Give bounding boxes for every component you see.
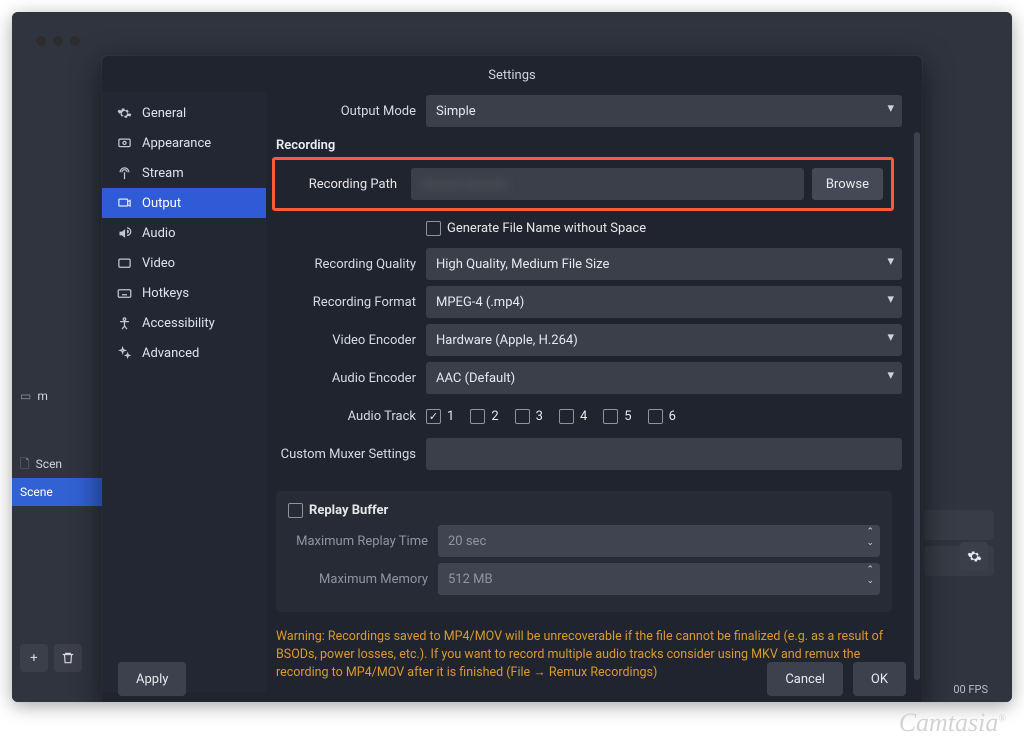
scrollbar-thumb[interactable] [914, 132, 920, 680]
antenna-icon [116, 165, 132, 181]
recording-path-label: Recording Path [283, 177, 403, 192]
sidebar-item-label: Output [142, 196, 181, 211]
audio-track-4[interactable]: 4 [559, 409, 587, 424]
sidebar-item-video[interactable]: Video [102, 248, 266, 278]
replay-buffer-checkbox[interactable]: Replay Buffer [288, 503, 388, 518]
add-button[interactable]: + [20, 644, 48, 672]
sidebar-item-label: Hotkeys [142, 286, 189, 301]
sidebar-item-audio[interactable]: Audio [102, 218, 266, 248]
settings-content: Output Mode Simple Recording Recording P… [266, 92, 922, 692]
gear-icon [116, 105, 132, 121]
accessibility-icon [116, 315, 132, 331]
checkbox-icon [288, 503, 303, 518]
video-icon [116, 255, 132, 271]
audio-track-1[interactable]: 1 [426, 409, 454, 424]
modal-footer: Apply Cancel OK [102, 652, 922, 702]
checkbox-icon [426, 221, 441, 236]
audio-track-6[interactable]: 6 [648, 409, 676, 424]
settings-sidebar: General Appearance Stream Output Audio [102, 92, 266, 692]
max-memory-input[interactable]: 512 MB [438, 563, 880, 595]
replay-buffer-box: Replay Buffer Maximum Replay Time 20 sec… [276, 491, 892, 612]
audio-encoder-select[interactable]: AAC (Default) [426, 362, 902, 394]
cancel-button[interactable]: Cancel [767, 662, 843, 696]
sidebar-item-label: Accessibility [142, 316, 215, 331]
recording-path-input[interactable]: xxxxxx xxxxxxx [411, 168, 804, 200]
recording-path-highlight: Recording Path xxxxxx xxxxxxx Browse [272, 157, 894, 211]
custom-muxer-label: Custom Muxer Settings [276, 447, 426, 462]
custom-muxer-input[interactable] [426, 438, 902, 470]
sidebar-item-label: General [142, 106, 186, 121]
sidebar-item-general[interactable]: General [102, 98, 266, 128]
watermark: Camtasia® [899, 708, 1006, 738]
audio-encoder-label: Audio Encoder [276, 371, 426, 386]
browse-button[interactable]: Browse [812, 168, 883, 200]
generate-filename-checkbox[interactable]: Generate File Name without Space [426, 221, 646, 236]
sidebar-item-stream[interactable]: Stream [102, 158, 266, 188]
audio-track-label: 3 [536, 409, 543, 424]
audio-track-label: 1 [447, 409, 454, 424]
sidebar-item-label: Audio [142, 226, 175, 241]
checkbox-icon [515, 409, 530, 424]
recording-format-select[interactable]: MPEG-4 (.mp4) [426, 286, 902, 318]
audio-track-2[interactable]: 2 [470, 409, 498, 424]
audio-track-5[interactable]: 5 [603, 409, 631, 424]
ok-button[interactable]: OK [853, 662, 906, 696]
output-icon [116, 195, 132, 211]
sidebar-item-appearance[interactable]: Appearance [102, 128, 266, 158]
app-frame: m Scen Scene + 00 FPS Settings General [12, 12, 1012, 702]
recording-quality-label: Recording Quality [276, 257, 426, 272]
bg-row-scene-active[interactable]: Scene [12, 478, 112, 506]
advanced-icon [116, 345, 132, 361]
video-encoder-label: Video Encoder [276, 333, 426, 348]
audio-track-label: 2 [491, 409, 498, 424]
recording-quality-select[interactable]: High Quality, Medium File Size [426, 248, 902, 280]
sidebar-item-label: Stream [142, 166, 184, 181]
replay-buffer-label: Replay Buffer [309, 503, 388, 518]
audio-icon [116, 225, 132, 241]
audio-track-label: 6 [669, 409, 676, 424]
checkbox-icon [648, 409, 663, 424]
generate-filename-label: Generate File Name without Space [447, 221, 646, 236]
max-replay-time-label: Maximum Replay Time [288, 534, 438, 549]
recording-format-label: Recording Format [276, 295, 426, 310]
settings-modal: Settings General Appearance Stream [102, 56, 922, 702]
checkbox-icon [603, 409, 618, 424]
audio-track-label: 5 [624, 409, 631, 424]
keyboard-icon [116, 285, 132, 301]
checkbox-icon [470, 409, 485, 424]
audio-track-label: Audio Track [276, 409, 426, 424]
audio-track-3[interactable]: 3 [515, 409, 543, 424]
traffic-lights[interactable] [36, 36, 80, 46]
sidebar-item-label: Appearance [142, 136, 211, 151]
audio-track-group: 1 2 3 4 5 6 [426, 409, 902, 424]
section-recording: Recording [276, 138, 902, 153]
apply-button[interactable]: Apply [118, 662, 186, 696]
sidebar-item-label: Advanced [142, 346, 199, 361]
bg-row-scenes-header: Scen [12, 450, 112, 478]
recording-path-value: xxxxxx xxxxxxx [421, 177, 508, 192]
sidebar-item-output[interactable]: Output [102, 188, 266, 218]
fps-indicator: 00 FPS [953, 683, 988, 696]
appearance-icon [116, 135, 132, 151]
max-replay-time-input[interactable]: 20 sec [438, 525, 880, 557]
trash-button[interactable] [54, 644, 82, 672]
sidebar-item-advanced[interactable]: Advanced [102, 338, 266, 368]
checkbox-icon [426, 409, 441, 424]
video-encoder-select[interactable]: Hardware (Apple, H.264) [426, 324, 902, 356]
modal-title: Settings [102, 68, 922, 83]
output-mode-label: Output Mode [276, 104, 426, 119]
gear-button[interactable] [960, 542, 988, 570]
checkbox-icon [559, 409, 574, 424]
sidebar-item-accessibility[interactable]: Accessibility [102, 308, 266, 338]
sidebar-item-label: Video [142, 256, 175, 271]
bg-row: m [12, 382, 112, 410]
audio-track-label: 4 [580, 409, 587, 424]
sidebar-item-hotkeys[interactable]: Hotkeys [102, 278, 266, 308]
max-memory-label: Maximum Memory [288, 572, 438, 587]
output-mode-select[interactable]: Simple [426, 95, 902, 127]
